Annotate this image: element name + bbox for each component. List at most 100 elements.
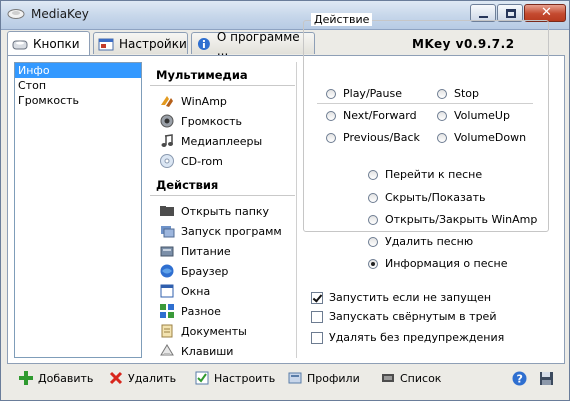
radio-volume-up[interactable]: VolumeUp (437, 109, 510, 122)
radio-label: Информация о песне (385, 257, 508, 270)
category-label: Клавиши (181, 344, 234, 358)
bottom-toolbar: Добавить Удалить Настроить Профили Списо… (1, 366, 569, 394)
category-winamp[interactable]: WinAmp (150, 91, 295, 111)
delete-x-icon (109, 371, 123, 385)
start-minimized-checkbox[interactable]: Запускать свёрнутым в трей (311, 310, 496, 323)
list-icon (382, 374, 394, 382)
radio-volume-down[interactable]: VolumeDown (437, 131, 526, 144)
radio-circle (437, 88, 447, 99)
delete-button[interactable]: Удалить (109, 371, 176, 385)
list-item[interactable]: Стоп (15, 78, 141, 93)
tab-buttons[interactable]: Кнопки (7, 31, 90, 55)
profiles-button[interactable]: Профили (288, 371, 360, 385)
window-title: MediaKey (31, 7, 89, 21)
app-window: MediaKey ✕ Кнопки Настройки О программе … (0, 0, 570, 401)
multimedia-header: Мультимедиа (156, 68, 248, 82)
action-group-label: Действие (311, 13, 373, 26)
radio-open-close-winamp[interactable]: Открыть/Закрыть WinAmp (368, 213, 537, 226)
tab-label: О программе ... (216, 29, 300, 58)
browser-icon (160, 264, 174, 278)
category-open-folder[interactable]: Открыть папку (150, 201, 295, 221)
checkbox-box (311, 291, 323, 304)
maximize-icon (506, 9, 516, 18)
minimize-icon (479, 16, 488, 18)
plus-icon (19, 371, 33, 385)
checkbox-box (311, 310, 323, 323)
category-label: Медиаплееры (181, 134, 263, 148)
documents-icon (161, 324, 173, 338)
radio-circle (326, 132, 336, 143)
category-power[interactable]: Питание (150, 241, 295, 261)
radio-label: Удалить песню (385, 235, 474, 248)
programs-icon (161, 226, 175, 238)
category-volume[interactable]: Громкость (150, 111, 295, 131)
floppy-disk-icon (540, 372, 553, 385)
run-if-not-running-checkbox[interactable]: Запустить если не запущен (311, 291, 491, 304)
radio-circle (368, 236, 378, 247)
button-label: Список (400, 371, 442, 385)
radio-stop[interactable]: Stop (437, 87, 479, 100)
help-icon: ? (512, 371, 527, 386)
radio-circle (437, 132, 447, 143)
radio-label: Скрыть/Показать (385, 191, 486, 204)
radio-play-pause[interactable]: Play/Pause (326, 87, 402, 100)
list-button[interactable]: Список (381, 371, 441, 385)
button-label: Добавить (38, 371, 94, 385)
actions-header: Действия (156, 178, 219, 192)
radio-song-info[interactable]: Информация о песне (368, 257, 508, 270)
save-button[interactable] (539, 371, 554, 386)
tab-about[interactable]: О программе ... (191, 30, 315, 58)
profiles-icon (288, 372, 302, 384)
category-label: Браузер (181, 264, 229, 278)
key-list[interactable]: Инфо Стоп Громкость (14, 62, 142, 358)
cd-icon (160, 154, 174, 168)
category-cdrom[interactable]: CD-rom (150, 151, 295, 171)
delete-without-warning-checkbox[interactable]: Удалять без предупреждения (311, 331, 504, 344)
category-browser[interactable]: Браузер (150, 261, 295, 281)
radio-label: Previous/Back (343, 131, 420, 144)
category-keys[interactable]: Клавиши (150, 341, 295, 361)
keys-icon (160, 344, 174, 356)
category-label: Документы (181, 324, 247, 338)
radio-circle (368, 214, 378, 225)
checkbox-label: Запустить если не запущен (329, 291, 492, 304)
svg-text:?: ? (517, 373, 523, 386)
category-run-programs[interactable]: Запуск программ (150, 221, 295, 241)
radio-label: VolumeUp (454, 109, 510, 122)
add-button[interactable]: Добавить (19, 371, 93, 385)
divider (317, 103, 533, 104)
button-label: Удалить (128, 371, 177, 385)
category-label: Окна (181, 284, 211, 298)
help-button[interactable]: ? (512, 371, 527, 386)
radio-previous[interactable]: Previous/Back (326, 131, 420, 144)
radio-circle (368, 192, 378, 203)
tab-settings[interactable]: Настройки (93, 32, 188, 54)
radio-delete-song[interactable]: Удалить песню (368, 235, 473, 248)
list-item[interactable]: Громкость (15, 93, 141, 108)
category-misc[interactable]: Разное (150, 301, 295, 321)
category-documents[interactable]: Документы (150, 321, 295, 341)
radio-circle (368, 258, 378, 269)
radio-circle (326, 88, 336, 99)
checklist-icon (195, 371, 209, 385)
category-label: Открыть папку (181, 204, 270, 218)
close-icon: ✕ (541, 5, 552, 20)
radio-circle (326, 110, 336, 121)
category-label: Запуск программ (181, 224, 282, 238)
list-item[interactable]: Инфо (15, 63, 141, 78)
radio-next[interactable]: Next/Forward (326, 109, 417, 122)
radio-label: Play/Pause (343, 87, 402, 100)
radio-circle (437, 110, 447, 121)
power-icon (160, 246, 174, 257)
button-label: Профили (307, 371, 360, 385)
category-label: CD-rom (181, 154, 223, 168)
speaker-icon (160, 114, 174, 128)
configure-button[interactable]: Настроить (195, 371, 275, 385)
music-note-icon (161, 134, 173, 147)
radio-hide-show[interactable]: Скрыть/Показать (368, 191, 485, 204)
category-media-players[interactable]: Медиаплееры (150, 131, 295, 151)
misc-icon (160, 304, 174, 318)
category-windows[interactable]: Окна (150, 281, 295, 301)
radio-label: VolumeDown (454, 131, 527, 144)
radio-go-to-song[interactable]: Перейти к песне (368, 168, 482, 181)
